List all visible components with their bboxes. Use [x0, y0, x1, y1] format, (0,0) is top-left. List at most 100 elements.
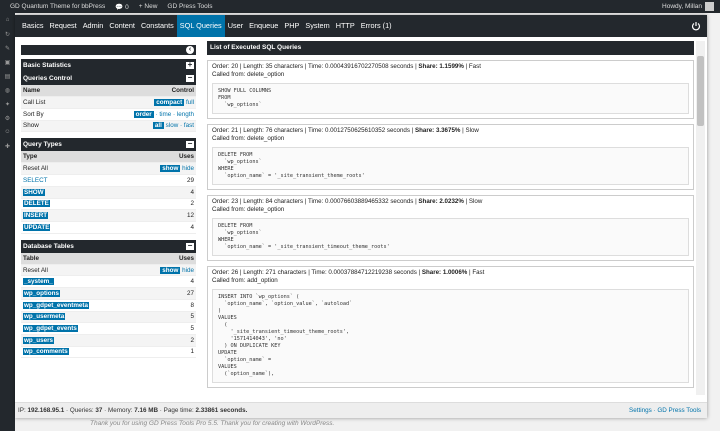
control-active-option[interactable]: compact: [154, 99, 185, 107]
tab-user[interactable]: User: [225, 15, 246, 37]
query-speed: Slow: [468, 198, 483, 205]
query-sql: DELETE FROM `wp_options` WHERE `option_n…: [212, 147, 689, 185]
avatar[interactable]: [705, 2, 714, 11]
database-tables-table: Table Uses Reset All show hide _system_ …: [21, 252, 196, 359]
memory-label: · Memory:: [102, 407, 135, 414]
db-table-toggle[interactable]: wp_users: [23, 336, 55, 344]
db-table-toggle[interactable]: wp_gdpet_events: [23, 325, 78, 333]
query-type-toggle[interactable]: UPDATE: [23, 223, 51, 231]
query-type-toggle[interactable]: SHOW: [23, 188, 45, 196]
database-tables-header[interactable]: Database Tables −: [21, 239, 196, 253]
tab-admin[interactable]: Admin: [80, 15, 107, 37]
tab-basics[interactable]: Basics: [19, 15, 47, 37]
basic-statistics-title: Basic Statistics: [23, 62, 72, 69]
tab-php[interactable]: PHP: [281, 15, 302, 37]
plugin-link[interactable]: GD Press Tools: [167, 3, 212, 10]
scrollbar[interactable]: [696, 41, 705, 395]
show-all-button[interactable]: show: [160, 266, 181, 274]
query-share: Share: 2.0232%: [418, 198, 464, 205]
scrollbar-thumb[interactable]: [697, 56, 704, 126]
media-icon[interactable]: ▣: [0, 59, 15, 69]
called-from-label: Called from:: [212, 277, 248, 284]
column-header-uses: Uses: [134, 252, 196, 265]
control-other-options[interactable]: · time · length: [156, 111, 195, 118]
hide-all-link[interactable]: hide: [182, 267, 194, 274]
basic-statistics-header[interactable]: Basic Statistics +: [21, 59, 196, 72]
query-type-toggle[interactable]: SELECT: [23, 177, 48, 184]
debugger-panel: Basics Request Admin Content Constants SQL Qu…: [15, 15, 707, 418]
show-all-button[interactable]: show: [160, 165, 181, 173]
tab-sql-queries[interactable]: SQL Queries: [176, 15, 225, 37]
called-from-function: delete_option: [247, 206, 285, 213]
query-types-table: Type Uses Reset All show hide SELECT 29 S…: [21, 151, 196, 234]
table-row: SELECT 29: [21, 174, 196, 187]
db-table-uses: 4: [134, 275, 196, 289]
query-order: Order: 20: [212, 63, 239, 70]
db-table-uses: 2: [134, 334, 196, 347]
query-time: Time: 0.00043916702270508 seconds: [307, 63, 414, 70]
control-active-option[interactable]: all: [152, 122, 164, 130]
memory-value: 7.16 MB: [134, 407, 159, 414]
control-other-options[interactable]: slow · fast: [166, 122, 194, 129]
control-other-options[interactable]: full: [186, 99, 194, 106]
posts-icon[interactable]: ✎: [0, 45, 15, 55]
db-table-toggle[interactable]: wp_comments: [23, 348, 69, 356]
appearance-icon[interactable]: ✦: [0, 101, 15, 111]
called-from-label: Called from:: [212, 135, 248, 142]
query-type-toggle[interactable]: DELETE: [23, 200, 50, 208]
tools-icon[interactable]: ✚: [0, 143, 15, 153]
control-active-option[interactable]: order: [133, 110, 154, 118]
db-table-uses: 1: [134, 346, 196, 359]
column-header-uses: Uses: [100, 151, 196, 164]
query-meta: Order: 23 | Length: 84 characters | Time…: [212, 198, 483, 205]
new-content-link[interactable]: + New: [139, 3, 158, 10]
comments-icon[interactable]: 💬 0: [115, 3, 129, 11]
database-tables-title: Database Tables: [23, 242, 74, 250]
tab-request[interactable]: Request: [47, 15, 80, 37]
expand-icon[interactable]: +: [186, 61, 194, 69]
tab-http[interactable]: HTTP: [333, 15, 358, 37]
query-types-header[interactable]: Query Types −: [21, 138, 196, 152]
site-name-link[interactable]: GD Quantum Theme for bbPress: [10, 3, 105, 10]
dashboard-icon[interactable]: ⌂: [0, 17, 15, 27]
tab-enqueue[interactable]: Enqueue: [246, 15, 281, 37]
howdy-user[interactable]: Howdy, Millan: [662, 3, 702, 10]
query-meta: Order: 26 | Length: 271 characters | Tim…: [212, 269, 485, 276]
query-share: Share: 1.1599%: [418, 63, 464, 70]
query-called-from: Called from: delete_option: [212, 135, 689, 143]
reset-all-label: Reset All: [21, 162, 101, 176]
collapse-left-icon[interactable]: ‹: [186, 46, 194, 54]
settings-link[interactable]: Settings · GD Press Tools: [629, 403, 701, 418]
query-order: Order: 26: [212, 269, 239, 276]
query-type-toggle[interactable]: INSERT: [23, 212, 49, 220]
query-card: Order: 21 | Length: 76 characters | Time…: [207, 124, 694, 190]
column-header-table: Table: [21, 252, 135, 265]
tab-system[interactable]: System: [302, 15, 332, 37]
collapse-icon[interactable]: −: [186, 74, 194, 82]
table-row: UPDATE 4: [21, 221, 196, 234]
query-time: Time: 0.0012750625610352 seconds: [307, 127, 410, 134]
hide-all-link[interactable]: hide: [182, 165, 194, 172]
control-name: Show: [21, 120, 72, 133]
db-table-toggle[interactable]: wp_options: [23, 289, 60, 297]
called-from-function: delete_option: [247, 71, 285, 78]
queries-control-header[interactable]: Queries Control −: [21, 72, 196, 85]
collapse-icon[interactable]: −: [186, 241, 194, 250]
left-sidebar: ‹ Basic Statistics + Queries Control − N…: [21, 45, 196, 395]
pages-icon[interactable]: ▤: [0, 73, 15, 83]
tab-constants[interactable]: Constants: [138, 15, 177, 37]
db-table-toggle[interactable]: wp_gdpet_eventmeta: [23, 301, 90, 309]
queries-list-title: List of Executed SQL Queries: [207, 41, 694, 55]
db-table-toggle[interactable]: wp_usermeta: [23, 313, 66, 321]
plugins-icon[interactable]: ⚙: [0, 115, 15, 125]
db-table-toggle[interactable]: _system_: [23, 278, 54, 286]
control-name: Sort By: [21, 108, 72, 121]
power-icon[interactable]: [691, 21, 701, 31]
tab-content[interactable]: Content: [106, 15, 138, 37]
users-icon[interactable]: ☺: [0, 129, 15, 139]
updates-icon[interactable]: ↻: [0, 31, 15, 41]
query-time: Time: 0.00076603889465332 seconds: [307, 198, 414, 205]
collapse-icon[interactable]: −: [186, 140, 194, 149]
comments-menu-icon[interactable]: ◍: [0, 87, 15, 97]
tab-errors-1[interactable]: Errors (1): [358, 15, 395, 37]
